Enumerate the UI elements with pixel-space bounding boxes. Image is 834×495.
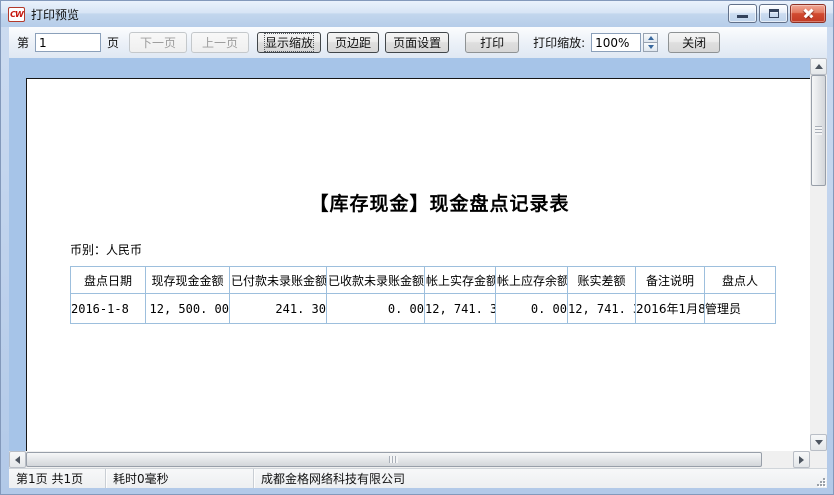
col-header: 账实差额 [568, 267, 636, 294]
scroll-up-icon [815, 64, 823, 69]
print-button[interactable]: 打印 [465, 32, 519, 53]
scroll-left-icon [15, 456, 20, 464]
page-margins-button[interactable]: 页边距 [327, 32, 379, 53]
document-page: 【库存现金】现金盘点记录表 币别：人民币 盘点日期 现存现金金额 已付款未录账金… [26, 78, 810, 451]
table-row: 2016-1-8 12, 500. 00 241. 30 0. 00 12, 7… [71, 294, 776, 324]
print-zoom-label: 打印缩放: [533, 34, 585, 51]
inventory-table: 盘点日期 现存现金金额 已付款未录账金额 已收款未录账金额 帐上实存金额 帐上应… [70, 266, 776, 324]
spin-up-button[interactable] [643, 33, 658, 43]
col-header: 盘点人 [705, 267, 776, 294]
close-icon [802, 8, 815, 19]
display-zoom-button[interactable]: 显示缩放 [257, 32, 321, 53]
cell-difference: 12, 741. 30 [568, 294, 636, 324]
scroll-left-button[interactable] [9, 451, 26, 468]
horizontal-scrollbar-row [9, 451, 827, 468]
status-company: 成都金格网络科技有限公司 [254, 469, 827, 488]
resize-grip[interactable] [815, 476, 825, 486]
scroll-down-icon [815, 440, 823, 445]
minimize-button[interactable] [728, 4, 757, 23]
scroll-right-button[interactable] [793, 451, 810, 468]
cell-received-unrecorded: 0. 00 [327, 294, 425, 324]
col-header: 帐上实存金额 [425, 267, 496, 294]
page-number-prefix-label: 第 [17, 34, 29, 51]
report-title: 【库存现金】现金盘点记录表 [27, 189, 810, 216]
preview-viewport: 【库存现金】现金盘点记录表 币别：人民币 盘点日期 现存现金金额 已付款未录账金… [9, 58, 827, 451]
page-number-input[interactable] [35, 33, 101, 52]
print-zoom-input[interactable] [591, 33, 641, 52]
spin-down-button[interactable] [643, 43, 658, 52]
toolbar: 第 页 下一页 上一页 显示缩放 页边距 页面设置 打印 打印缩放: 关闭 [9, 27, 827, 58]
horizontal-scrollbar-thumb[interactable] [26, 452, 762, 467]
cell-paid-unrecorded: 241. 30 [230, 294, 327, 324]
close-button[interactable] [790, 4, 826, 23]
next-page-button: 下一页 [129, 32, 187, 53]
col-header: 已收款未录账金额 [327, 267, 425, 294]
cell-cash-on-hand: 12, 500. 00 [146, 294, 230, 324]
scrollbar-corner [810, 451, 827, 468]
horizontal-scrollbar[interactable] [9, 451, 810, 468]
window-title: 打印预览 [31, 6, 79, 23]
print-zoom-stepper [643, 33, 658, 52]
minimize-icon [737, 15, 748, 18]
scroll-right-icon [799, 456, 804, 464]
page-number-suffix-label: 页 [107, 34, 119, 51]
cell-inventory-date: 2016-1-8 [71, 294, 146, 324]
page-setup-button[interactable]: 页面设置 [385, 32, 449, 53]
maximize-icon [769, 9, 779, 18]
col-header: 现存现金金额 [146, 267, 230, 294]
cell-inventory-person: 管理员 [705, 294, 776, 324]
col-header: 盘点日期 [71, 267, 146, 294]
vertical-scrollbar-thumb[interactable] [811, 75, 826, 186]
table-header-row: 盘点日期 现存现金金额 已付款未录账金额 已收款未录账金额 帐上实存金额 帐上应… [71, 267, 776, 294]
col-header: 已付款未录账金额 [230, 267, 327, 294]
window-controls [728, 4, 826, 23]
close-preview-button[interactable]: 关闭 [668, 32, 720, 53]
status-page-info: 第1页 共1页 [9, 469, 106, 488]
cell-book-expected: 0. 00 [496, 294, 568, 324]
cell-book-actual: 12, 741. 30 [425, 294, 496, 324]
titlebar[interactable]: CW 打印预览 [1, 1, 833, 27]
scroll-down-button[interactable] [810, 434, 827, 451]
company-name: 成都金格网络科技有限公司 [261, 470, 405, 487]
print-preview-window: CW 打印预览 第 页 下一页 上一页 显示缩放 页边距 页面设置 打印 打印缩… [0, 0, 834, 495]
prev-page-button: 上一页 [191, 32, 249, 53]
col-header: 帐上应存余额 [496, 267, 568, 294]
spin-down-icon [648, 45, 654, 49]
vertical-scrollbar[interactable] [810, 58, 827, 451]
spin-up-icon [648, 36, 654, 40]
currency-label: 币别：人民币 [70, 241, 142, 258]
scroll-up-button[interactable] [810, 58, 827, 75]
status-elapsed-time: 耗时0毫秒 [106, 469, 254, 488]
app-logo-icon: CW [8, 7, 25, 22]
col-header: 备注说明 [636, 267, 705, 294]
maximize-button[interactable] [759, 4, 788, 23]
cell-remark: 2016年1月8日 [636, 294, 705, 324]
statusbar: 第1页 共1页 耗时0毫秒 成都金格网络科技有限公司 [9, 468, 827, 488]
